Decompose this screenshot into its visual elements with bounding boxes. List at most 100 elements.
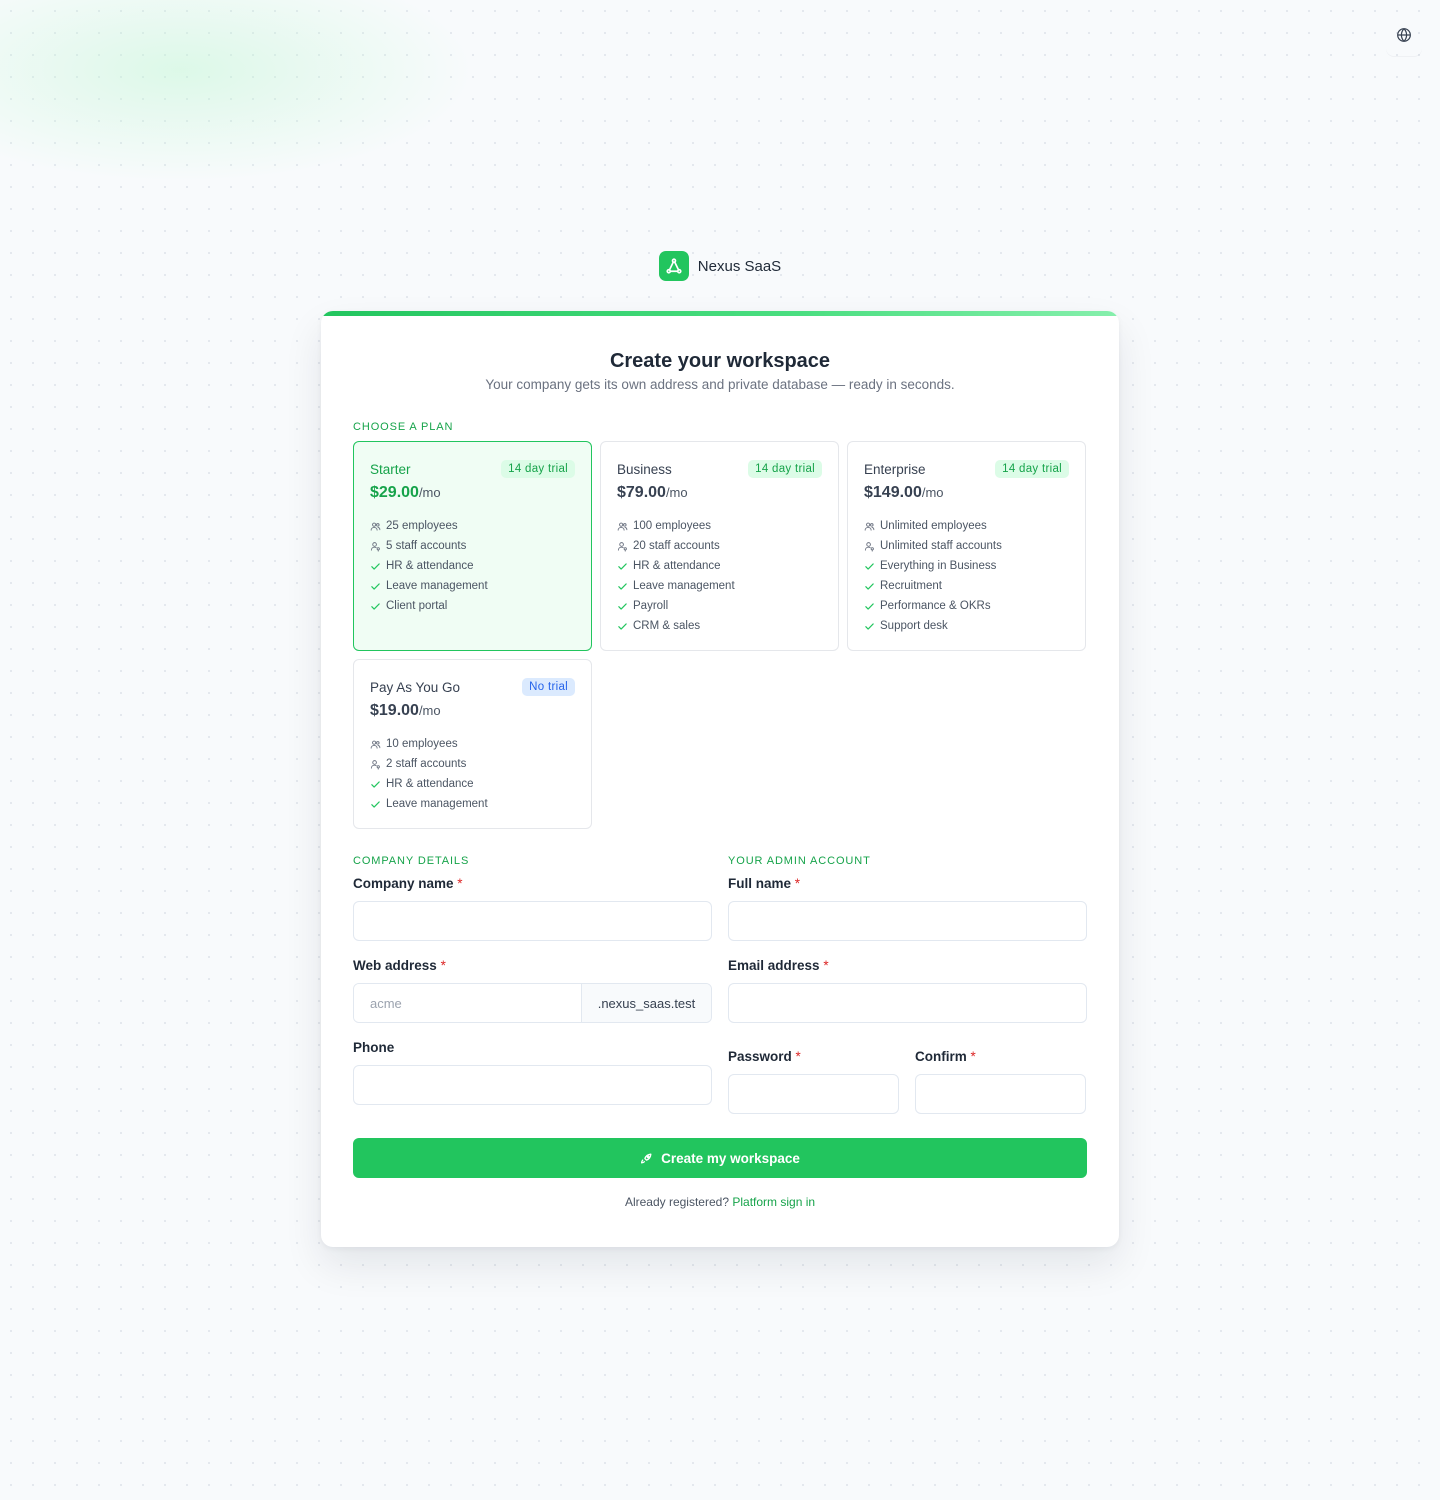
full-name-label-text: Full name (728, 876, 792, 891)
check-icon (370, 581, 381, 592)
users-icon (370, 739, 381, 750)
check-icon (370, 561, 381, 572)
password-row: Password * Confirm * (728, 1040, 1087, 1131)
required-marker: * (794, 876, 801, 891)
check-icon (617, 561, 628, 572)
plan-feature: 100 employees (617, 516, 822, 536)
plan-feature: 25 employees (370, 516, 575, 536)
plan-feature-text: Leave management (386, 580, 488, 592)
users-icon (370, 521, 381, 532)
user-key-icon (370, 759, 381, 770)
platform-signin-link[interactable]: Platform sign in (732, 1195, 815, 1209)
plan-name: Business (617, 461, 672, 477)
confirm-password-input[interactable] (915, 1074, 1086, 1114)
plan-price: $149.00/mo (864, 484, 1069, 510)
plan-feature: Everything in Business (864, 556, 1069, 576)
plan-feature-text: Leave management (386, 798, 488, 810)
plan-card-pay-as-you-go[interactable]: Pay As You Go No trial $19.00/mo 10 employe… (353, 659, 592, 829)
signup-card: Create your workspace Your company gets … (321, 311, 1119, 1247)
company-name-field: Company name * (353, 876, 712, 941)
plan-feature-text: Performance & OKRs (880, 600, 991, 612)
page-title: Create your workspace (609, 350, 831, 372)
trial-badge: 14 day trial (995, 460, 1069, 478)
rocket-icon (641, 1153, 652, 1163)
company-name-label-text: Company name (353, 876, 454, 891)
full-name-field: Full name * (728, 876, 1087, 941)
web-address-input[interactable] (354, 984, 581, 1022)
card-accent-bar (321, 311, 1119, 316)
plan-feature-list: 25 employees 5 staff accounts HR & attenda… (370, 516, 575, 616)
plan-feature-text: Unlimited staff accounts (880, 540, 1002, 552)
plan-feature: Support desk (864, 616, 1069, 636)
price-unit: /mo (418, 703, 441, 718)
user-key-icon (617, 541, 628, 552)
plan-card-business[interactable]: Business 14 day trial $79.00/mo 100 employe… (600, 441, 839, 651)
brand: Nexus SaaS (0, 251, 1440, 281)
plan-feature: 20 staff accounts (617, 536, 822, 556)
trial-badge: 14 day trial (501, 460, 575, 478)
details-grid: COMPANY DETAILS Company name * Web addre… (353, 855, 1087, 1131)
plan-price: $29.00/mo (370, 484, 575, 510)
check-icon (370, 799, 381, 810)
phone-input[interactable] (353, 1065, 712, 1105)
plan-feature-text: Leave management (633, 580, 735, 592)
plan-header: Business 14 day trial (617, 458, 822, 480)
password-field: Password * (728, 1040, 899, 1114)
required-marker: * (795, 1049, 801, 1064)
globe-icon (1397, 28, 1411, 42)
create-workspace-label: Create my workspace (661, 1150, 800, 1166)
email-input[interactable] (728, 983, 1087, 1023)
plan-feature-text: 5 staff accounts (386, 540, 467, 552)
full-name-input[interactable] (728, 901, 1087, 941)
admin-account-column: YOUR ADMIN ACCOUNT Full name * Email add… (728, 855, 1087, 1131)
price-amount: $29.00 (370, 484, 419, 501)
price-amount: $79.00 (617, 484, 666, 501)
plan-card-starter[interactable]: Starter 14 day trial $29.00/mo 25 employees… (353, 441, 592, 651)
password-input[interactable] (728, 1074, 899, 1114)
email-label: Email address * (728, 958, 1087, 974)
plan-price: $19.00/mo (370, 702, 575, 728)
brand-name: Nexus SaaS (697, 257, 782, 275)
price-amount: $149.00 (864, 484, 922, 501)
plan-card-enterprise[interactable]: Enterprise 14 day trial $149.00/mo Unlimite… (847, 441, 1086, 651)
admin-section-label: YOUR ADMIN ACCOUNT (728, 855, 871, 867)
plan-feature-text: HR & attendance (386, 778, 474, 790)
check-icon (617, 581, 628, 592)
plan-feature: Leave management (370, 576, 575, 596)
company-name-label: Company name * (353, 876, 712, 892)
user-key-icon (370, 541, 381, 552)
plan-feature: Unlimited employees (864, 516, 1069, 536)
phone-field: Phone (353, 1040, 712, 1105)
check-icon (864, 601, 875, 612)
plan-feature-text: Payroll (633, 600, 669, 612)
plan-feature-text: 100 employees (633, 520, 711, 532)
plan-feature-text: 10 employees (386, 738, 458, 750)
plan-name: Enterprise (864, 461, 926, 477)
phone-label: Phone (353, 1040, 395, 1055)
company-name-input[interactable] (353, 901, 712, 941)
plan-price: $79.00/mo (617, 484, 822, 510)
plans-section-label: CHOOSE A PLAN (353, 421, 454, 433)
required-marker: * (970, 1049, 976, 1064)
price-unit: /mo (665, 485, 688, 500)
plan-feature-text: Unlimited employees (880, 520, 987, 532)
plan-feature: Payroll (617, 596, 822, 616)
plan-feature-text: CRM & sales (633, 620, 701, 632)
email-label-text: Email address (728, 958, 820, 973)
company-details-column: COMPANY DETAILS Company name * Web addre… (353, 855, 712, 1131)
required-marker: * (457, 876, 463, 891)
create-workspace-button[interactable]: Create my workspace (353, 1138, 1087, 1178)
confirm-label-text: Confirm (915, 1049, 967, 1064)
trial-badge: 14 day trial (748, 460, 822, 478)
web-address-suffix: .nexus_saas.test (581, 984, 711, 1022)
language-switcher-button[interactable] (1386, 14, 1422, 56)
plan-feature-text: Everything in Business (880, 560, 997, 572)
plan-feature: CRM & sales (617, 616, 822, 636)
plan-feature: HR & attendance (370, 774, 575, 794)
users-icon (617, 521, 628, 532)
plan-header: Pay As You Go No trial (370, 676, 575, 698)
plan-feature-text: 2 staff accounts (386, 758, 467, 770)
plan-feature-list: 10 employees 2 staff accounts HR & attenda… (370, 734, 575, 814)
email-field: Email address * (728, 958, 1087, 1023)
plan-feature: Performance & OKRs (864, 596, 1069, 616)
